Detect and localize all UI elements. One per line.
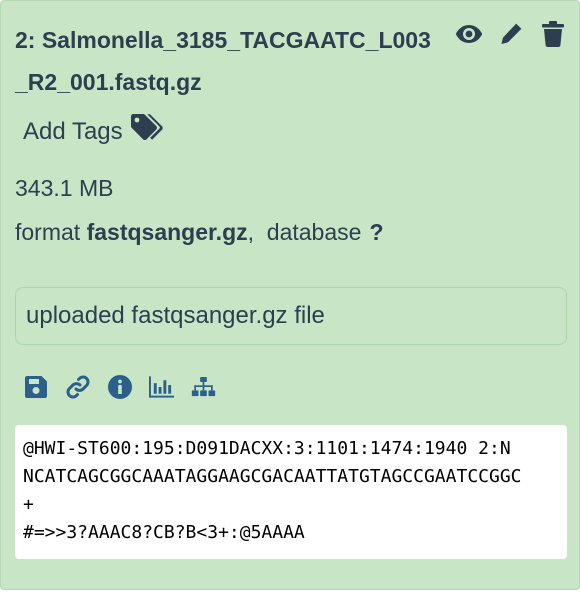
add-tags-button[interactable]: Add Tags — [23, 114, 167, 149]
chart-icon[interactable] — [149, 373, 174, 401]
dataset-title[interactable]: 2: Salmonella_3185_TACGAATC_L003_R2_001.… — [15, 19, 435, 103]
dataset-size: 343.1 MB — [15, 175, 114, 201]
database-label: database — [266, 219, 362, 245]
sitemap-icon[interactable] — [191, 373, 216, 401]
dataset-peek: @HWI-ST600:195:D091DACXX:3:1101:1474:194… — [15, 425, 567, 559]
eye-icon[interactable] — [455, 19, 483, 49]
add-tags-label: Add Tags — [23, 117, 123, 145]
peek-line: @HWI-ST600:195:D091DACXX:3:1101:1474:194… — [23, 438, 511, 459]
tags-icon — [130, 114, 167, 149]
save-icon[interactable] — [23, 373, 48, 401]
format-line: format fastqsanger.gz , database ? — [15, 219, 384, 246]
format-value: fastqsanger.gz — [86, 219, 248, 245]
database-value[interactable]: ? — [369, 219, 383, 246]
dataset-actions — [23, 373, 216, 401]
pencil-icon[interactable] — [497, 19, 525, 49]
title-actions — [455, 19, 567, 49]
dataset-card: 2: Salmonella_3185_TACGAATC_L003_R2_001.… — [0, 0, 580, 590]
info-icon[interactable] — [107, 373, 132, 401]
trash-icon[interactable] — [539, 19, 567, 49]
format-label: format — [15, 219, 81, 245]
link-icon[interactable] — [65, 373, 90, 401]
peek-line: + — [23, 494, 34, 515]
dataset-info: uploaded fastqsanger.gz file — [15, 287, 567, 345]
peek-line: NCATCAGCGGCAAATAGGAAGCGACAATTATGTAGCCGAA… — [23, 466, 522, 487]
peek-line: #=>>3?AAAC8?CB?B<3+:@5AAAA — [23, 522, 305, 543]
